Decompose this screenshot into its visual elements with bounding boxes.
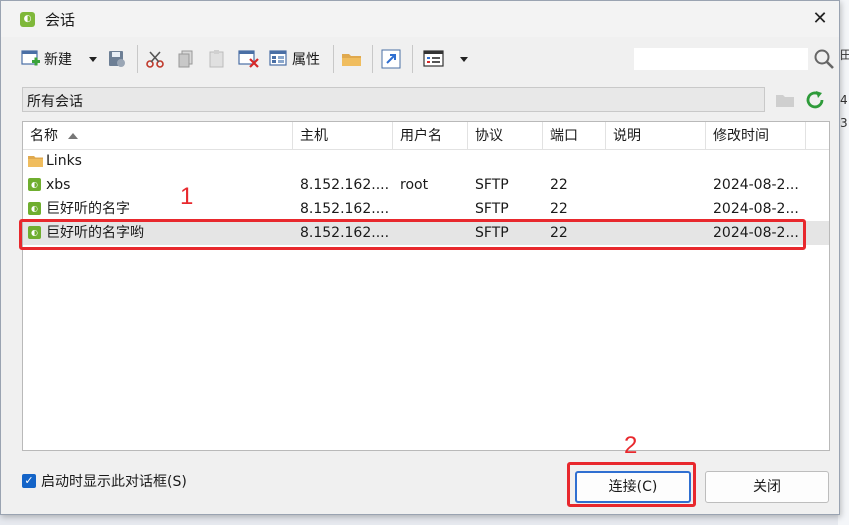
list-header: 名称 主机 用户名 协议 端口 说明 修改时间 xyxy=(23,122,829,150)
sessions-dialog: ◐ 会话 ✕ 新建 属性 所有会话 名称 主机 用户名 协议 端口 说明 修改时… xyxy=(0,0,840,515)
background-char: 3 xyxy=(840,116,848,130)
startup-checkbox-row[interactable]: ✓ 启动时显示此对话框(S) xyxy=(22,471,187,491)
cut-button[interactable] xyxy=(145,45,165,73)
properties-icon xyxy=(269,50,287,66)
session-icon: ◐ xyxy=(28,178,41,191)
toolbar-separator xyxy=(412,45,413,73)
folder-icon xyxy=(28,156,43,167)
session-protocol: SFTP xyxy=(475,177,509,193)
column-header-label: 端口 xyxy=(550,128,578,144)
session-name: xbs xyxy=(46,177,71,193)
column-header-port[interactable]: 端口 xyxy=(543,122,606,150)
new-session-button[interactable]: 新建 xyxy=(21,45,72,73)
new-session-label: 新建 xyxy=(44,52,72,68)
column-header-protocol[interactable]: 协议 xyxy=(468,122,543,150)
annotation-number: 1 xyxy=(180,183,194,210)
session-protocol: SFTP xyxy=(475,201,509,217)
annotation-highlight-row xyxy=(19,219,806,250)
search-input[interactable] xyxy=(633,47,809,71)
paste-icon xyxy=(209,50,224,68)
session-host: 8.152.162.... xyxy=(300,201,390,217)
column-header-label: 主机 xyxy=(300,128,328,144)
session-port: 22 xyxy=(550,177,568,193)
close-window-button[interactable]: ✕ xyxy=(807,7,833,31)
annotation-highlight-connect xyxy=(567,462,696,507)
new-session-dropdown[interactable] xyxy=(87,45,99,73)
breadcrumb-label: 所有会话 xyxy=(27,94,83,110)
toolbar: 新建 属性 xyxy=(1,37,839,81)
toolbar-separator xyxy=(137,45,138,73)
app-icon: ◐ xyxy=(20,12,35,27)
column-header-host[interactable]: 主机 xyxy=(293,122,393,150)
session-user: root xyxy=(400,177,429,193)
startup-checkbox-label: 启动时显示此对话框(S) xyxy=(41,474,187,490)
shortcut-icon xyxy=(381,49,401,69)
list-item-session[interactable]: ◐ xbs 8.152.162.... root SFTP 22 2024-08… xyxy=(23,173,829,197)
view-list-icon xyxy=(423,50,444,67)
copy-button[interactable] xyxy=(176,45,196,73)
startup-checkbox[interactable]: ✓ xyxy=(22,474,36,488)
window-title: 会话 xyxy=(45,11,76,29)
delete-button[interactable] xyxy=(238,45,260,73)
dropdown-arrow-icon xyxy=(460,57,468,62)
close-button[interactable]: 关闭 xyxy=(705,471,829,503)
sort-ascending-icon xyxy=(68,133,78,139)
paste-button[interactable] xyxy=(207,45,227,73)
column-header-modified[interactable]: 修改时间 xyxy=(706,122,806,150)
session-name: Links xyxy=(46,153,82,169)
folder-icon xyxy=(342,54,361,66)
session-icon: ◐ xyxy=(28,202,41,215)
column-header-label: 修改时间 xyxy=(713,128,769,144)
column-header-label: 说明 xyxy=(613,128,641,144)
save-session-button[interactable] xyxy=(107,45,127,73)
cut-icon xyxy=(146,51,164,68)
session-host: 8.152.162.... xyxy=(300,177,390,193)
column-header-label: 用户名 xyxy=(400,128,442,144)
session-modified: 2024-08-2... xyxy=(713,201,799,217)
column-header-label: 协议 xyxy=(475,128,503,144)
view-mode-button[interactable] xyxy=(423,45,445,73)
column-header-user[interactable]: 用户名 xyxy=(393,122,468,150)
new-folder-button[interactable] xyxy=(341,45,363,73)
folder-up-icon[interactable] xyxy=(774,90,796,110)
new-session-icon xyxy=(21,50,40,66)
delete-icon xyxy=(238,50,259,68)
toolbar-separator xyxy=(333,45,334,73)
background-char: 4 xyxy=(840,93,848,107)
breadcrumb: 所有会话 xyxy=(22,87,765,112)
toolbar-separator xyxy=(372,45,373,73)
dropdown-arrow-icon xyxy=(89,57,97,62)
view-mode-dropdown[interactable] xyxy=(458,45,470,73)
save-icon xyxy=(109,51,125,67)
background-char: 田 xyxy=(840,48,849,62)
title-bar: ◐ 会话 ✕ xyxy=(1,1,839,37)
column-header-description[interactable]: 说明 xyxy=(606,122,706,150)
shortcut-button[interactable] xyxy=(381,45,401,73)
session-port: 22 xyxy=(550,201,568,217)
column-header-label: 名称 xyxy=(30,128,58,144)
properties-button[interactable]: 属性 xyxy=(269,45,320,73)
search-icon[interactable] xyxy=(813,48,835,70)
session-list: 名称 主机 用户名 协议 端口 说明 修改时间 Links ◐ xbs 8.15… xyxy=(22,121,830,451)
refresh-icon[interactable] xyxy=(804,89,826,111)
session-modified: 2024-08-2... xyxy=(713,177,799,193)
properties-label: 属性 xyxy=(292,52,320,68)
column-header-name[interactable]: 名称 xyxy=(23,122,293,150)
session-name: 巨好听的名字 xyxy=(46,201,130,217)
list-item-session[interactable]: ◐ 巨好听的名字 8.152.162.... SFTP 22 2024-08-2… xyxy=(23,197,829,221)
annotation-number: 2 xyxy=(624,432,638,459)
copy-icon xyxy=(178,50,193,68)
list-item-folder[interactable]: Links xyxy=(23,149,829,173)
